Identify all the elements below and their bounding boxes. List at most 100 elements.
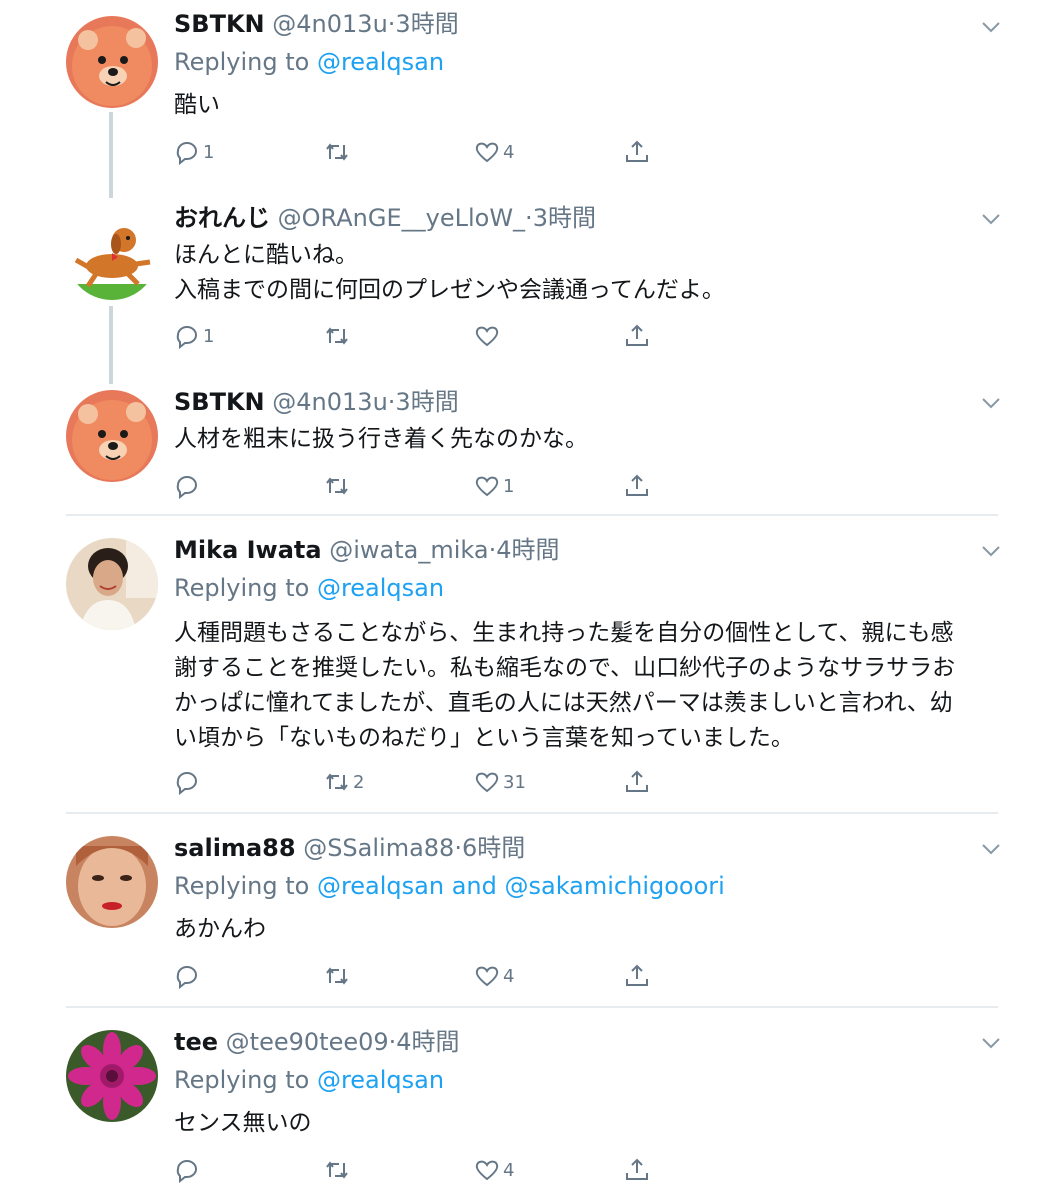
share-button[interactable] [624, 762, 650, 802]
avatar[interactable] [66, 836, 158, 928]
timestamp[interactable]: 3時間 [395, 388, 458, 416]
retweet-icon [326, 967, 348, 985]
chevron-down-icon[interactable] [980, 392, 1002, 414]
display-name[interactable]: Mika Iwata [174, 536, 322, 564]
like-count: 1 [503, 475, 515, 497]
chevron-down-icon[interactable] [980, 838, 1002, 860]
reply-button[interactable]: 1 [174, 132, 214, 172]
tweet-text-line: 酷い [174, 92, 220, 118]
tweet-text-line: 謝することを推奨したい。私も縮毛なので、山口紗代子のようなサラサラお [174, 655, 956, 681]
like-button[interactable]: 4 [474, 132, 514, 172]
heart-icon [475, 326, 499, 347]
tweet-text: 人材を粗末に扱う行き着く先なのかな。 [174, 422, 1004, 457]
timestamp[interactable]: 4時間 [396, 1028, 459, 1056]
mention-link[interactable]: @realqsan and @sakamichigooori [317, 872, 725, 900]
user-handle[interactable]: @tee90tee09 [226, 1028, 389, 1056]
reply-button[interactable] [174, 466, 203, 506]
reply-button[interactable] [174, 762, 203, 802]
share-button[interactable] [624, 956, 650, 996]
like-button[interactable]: 4 [474, 1150, 514, 1190]
heart-icon [475, 772, 499, 793]
retweet-icon [326, 1161, 348, 1179]
tweet-text-line: センス無いの [174, 1110, 312, 1136]
share-icon [626, 474, 648, 496]
retweet-icon [326, 773, 348, 791]
tweet-text: あかんわ [174, 912, 1004, 947]
like-count: 4 [503, 1159, 515, 1181]
like-button[interactable]: 1 [474, 466, 514, 506]
tweet[interactable]: salima88 @SSalima88·6時間 Replying to @rea… [0, 828, 1039, 1006]
like-button[interactable]: 31 [474, 762, 526, 802]
tweet-text-line: あかんわ [174, 916, 266, 942]
mention-link[interactable]: @realqsan [317, 574, 444, 602]
share-button[interactable] [624, 466, 650, 506]
pink-flower-avatar-image [66, 1030, 158, 1122]
retweet-button[interactable] [324, 316, 353, 356]
separator: · [454, 834, 462, 862]
reply-icon [176, 772, 197, 795]
tweet[interactable]: tee @tee90tee09·4時間 Replying to @realqsa… [0, 1022, 1039, 1200]
tweet[interactable]: SBTKN @4n013u·3時間 人材を粗末に扱う行き着く先なのかな。 1 [0, 382, 1039, 512]
avatar[interactable] [66, 16, 158, 108]
display-name[interactable]: tee [174, 1028, 218, 1056]
tweet-text-line: 入稿までの間に何回のプレゼンや会議通ってんだよ。 [174, 277, 725, 303]
reply-button[interactable] [174, 956, 203, 996]
share-icon [626, 770, 648, 792]
retweet-button[interactable] [324, 466, 353, 506]
woman-closeup-avatar-image [66, 836, 158, 928]
share-button[interactable] [624, 316, 650, 356]
timestamp[interactable]: 3時間 [533, 204, 596, 232]
chevron-down-icon[interactable] [980, 540, 1002, 562]
replying-to: Replying to @realqsan and @sakamichigooo… [174, 866, 725, 906]
chevron-down-icon[interactable] [980, 208, 1002, 230]
woman-photo-avatar-image [66, 538, 158, 630]
like-count: 4 [503, 141, 515, 163]
replying-prefix: Replying to [174, 574, 317, 602]
share-button[interactable] [624, 1150, 650, 1190]
timestamp[interactable]: 6時間 [462, 834, 525, 862]
reply-icon [176, 326, 197, 349]
chevron-down-icon[interactable] [980, 16, 1002, 38]
mention-link[interactable]: @realqsan [317, 1066, 444, 1094]
user-handle[interactable]: @4n013u [272, 10, 388, 38]
like-count: 31 [503, 771, 526, 793]
display-name[interactable]: SBTKN [174, 10, 265, 38]
avatar[interactable] [66, 538, 158, 630]
avatar[interactable] [66, 390, 158, 482]
tweet[interactable]: SBTKN @4n013u·3時間 Replying to @realqsan … [0, 4, 1039, 188]
avatar[interactable] [66, 1030, 158, 1122]
avatar[interactable] [66, 208, 158, 300]
retweet-button[interactable] [324, 132, 353, 172]
action-bar: 1 [174, 316, 654, 356]
reply-button[interactable] [174, 1150, 203, 1190]
display-name[interactable]: SBTKN [174, 388, 265, 416]
share-icon [626, 140, 648, 162]
reply-icon [176, 966, 197, 989]
reply-count: 1 [203, 325, 215, 347]
display-name[interactable]: おれんじ [174, 204, 270, 232]
retweet-button[interactable]: 2 [324, 762, 364, 802]
like-button[interactable] [474, 316, 503, 356]
tweet-text-line: かっぱに憧れてましたが、直毛の人には天然パーマは羨ましいと言われ、幼 [174, 690, 953, 716]
like-button[interactable]: 4 [474, 956, 514, 996]
tweet-text-line: い頃から「ないものねだり」という言葉を知っていました。 [174, 725, 794, 751]
tweet[interactable]: Mika Iwata @iwata_mika·4時間 Replying to @… [0, 530, 1039, 812]
timestamp[interactable]: 3時間 [395, 10, 458, 38]
user-handle[interactable]: @4n013u [272, 388, 388, 416]
user-handle[interactable]: @ORAnGE__yeLloW_ [278, 204, 525, 232]
tweet-text: センス無いの [174, 1106, 1004, 1141]
retweet-button[interactable] [324, 956, 353, 996]
tweet[interactable]: おれんじ @ORAnGE__yeLloW_·3時間 ほんとに酷いね。 入稿までの… [0, 198, 1039, 378]
display-name[interactable]: salima88 [174, 834, 296, 862]
reply-button[interactable]: 1 [174, 316, 214, 356]
reply-icon [176, 142, 197, 165]
retweet-button[interactable] [324, 1150, 353, 1190]
replying-prefix: Replying to [174, 48, 317, 76]
mention-link[interactable]: @realqsan [317, 48, 444, 76]
chevron-down-icon[interactable] [980, 1032, 1002, 1054]
timestamp[interactable]: 4時間 [496, 536, 559, 564]
user-handle[interactable]: @SSalima88 [303, 834, 454, 862]
tweet-text: 人種問題もさることながら、生まれ持った髪を自分の個性として、親にも感 謝すること… [174, 616, 1004, 756]
user-handle[interactable]: @iwata_mika [329, 536, 488, 564]
share-button[interactable] [624, 132, 650, 172]
